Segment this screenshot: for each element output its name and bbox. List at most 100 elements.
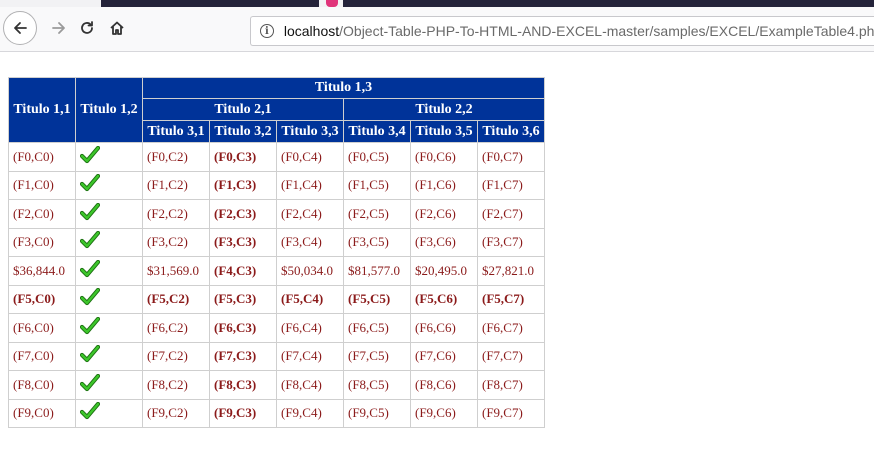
table-cell-c7: (F5,C7)	[477, 284, 545, 314]
info-icon[interactable]: i	[260, 24, 274, 38]
table-cell-c5: (F6,C5)	[343, 313, 411, 343]
checkmark-icon	[79, 231, 101, 249]
table-cell-c7: (F2,C7)	[477, 199, 545, 229]
back-button[interactable]	[3, 11, 37, 45]
table-cell-c4: (F3,C4)	[276, 227, 344, 257]
table-cell-c3: (F6,C3)	[209, 313, 277, 343]
table-cell-c2: $31,569.0	[142, 256, 210, 286]
url-path: /Object-Table-PHP-To-HTML-AND-EXCEL-mast…	[339, 23, 874, 39]
table-row: (F3,C0) (F3,C2) (F3,C3) (F3,C4) (F3,C5) (F3,C…	[8, 227, 545, 257]
table-cell-c3: (F8,C3)	[209, 370, 277, 400]
table-cell-c5: (F3,C5)	[343, 227, 411, 257]
table-cell-c6: (F2,C6)	[410, 199, 478, 229]
table-cell-c2: (F3,C2)	[142, 227, 210, 257]
table-cell-c7: (F8,C7)	[477, 370, 545, 400]
table-cell-c7: (F7,C7)	[477, 341, 545, 371]
header-titulo-1-1: Titulo 1,1	[8, 77, 76, 143]
table-cell-c5: (F5,C5)	[343, 284, 411, 314]
table-row: $36,844.0 $31,569.0 (F4,C3) $50,034.0 $81,57…	[8, 256, 545, 286]
table-cell-c2: (F0,C2)	[142, 142, 210, 172]
table-cell-c6: (F0,C6)	[410, 142, 478, 172]
table-cell-c5: (F2,C5)	[343, 199, 411, 229]
table-cell-c0: (F5,C0)	[8, 284, 76, 314]
data-table: Titulo 1,1 Titulo 1,2 Titulo 1,3 Titulo …	[8, 77, 545, 428]
table-row: (F6,C0) (F6,C2) (F6,C3) (F6,C4) (F6,C5) (F6,C…	[8, 313, 545, 343]
checkmark-cell	[75, 227, 143, 257]
address-bar[interactable]: i localhost/Object-Table-PHP-To-HTML-AND…	[250, 16, 874, 46]
checkmark-icon	[79, 145, 101, 163]
header-titulo-3-4: Titulo 3,4	[343, 120, 411, 143]
checkmark-icon	[79, 402, 101, 420]
checkmark-cell	[75, 142, 143, 172]
checkmark-cell	[75, 284, 143, 314]
tab-strip	[0, 0, 874, 7]
header-titulo-1-2: Titulo 1,2	[75, 77, 143, 143]
header-titulo-3-2: Titulo 3,2	[209, 120, 277, 143]
table-cell-c7: (F6,C7)	[477, 313, 545, 343]
header-titulo-3-6: Titulo 3,6	[477, 120, 545, 143]
table-cell-c5: (F7,C5)	[343, 341, 411, 371]
reload-icon	[81, 21, 93, 34]
checkmark-cell	[75, 313, 143, 343]
reload-button[interactable]	[70, 11, 104, 45]
table-cell-c3: (F5,C3)	[209, 284, 277, 314]
table-cell-c7: $27,821.0	[477, 256, 545, 286]
tab-background	[101, 0, 319, 7]
table-cell-c0: (F7,C0)	[8, 341, 76, 371]
table-cell-c5: (F8,C5)	[343, 370, 411, 400]
checkmark-cell	[75, 341, 143, 371]
table-cell-c2: (F8,C2)	[142, 370, 210, 400]
table-cell-c0: (F8,C0)	[8, 370, 76, 400]
table-cell-c4: (F2,C4)	[276, 199, 344, 229]
table-cell-c2: (F6,C2)	[142, 313, 210, 343]
table-body: (F0,C0) (F0,C2) (F0,C3) (F0,C4) (F0,C5) (F0,C…	[8, 142, 545, 428]
forward-arrow-icon	[52, 22, 65, 34]
url-text: localhost/Object-Table-PHP-To-HTML-AND-E…	[284, 23, 874, 39]
table-row: (F7,C0) (F7,C2) (F7,C3) (F7,C4) (F7,C5) (F7,C…	[8, 341, 545, 371]
header-titulo-3-3: Titulo 3,3	[276, 120, 344, 143]
table-cell-c2: (F5,C2)	[142, 284, 210, 314]
checkmark-cell	[75, 170, 143, 200]
table-cell-c3: (F1,C3)	[209, 170, 277, 200]
table-cell-c5: (F1,C5)	[343, 170, 411, 200]
table-cell-c0: (F6,C0)	[8, 313, 76, 343]
table-cell-c4: (F7,C4)	[276, 341, 344, 371]
checkmark-icon	[79, 174, 101, 192]
table-cell-c7: (F9,C7)	[477, 398, 545, 428]
table-cell-c5: $81,577.0	[343, 256, 411, 286]
checkmark-icon	[79, 316, 101, 334]
table-cell-c0: (F1,C0)	[8, 170, 76, 200]
header-titulo-2-2: Titulo 2,2	[343, 98, 545, 121]
table-cell-c6: (F8,C6)	[410, 370, 478, 400]
checkmark-cell	[75, 398, 143, 428]
table-cell-c6: $20,495.0	[410, 256, 478, 286]
back-arrow-icon	[14, 22, 27, 34]
table-cell-c7: (F1,C7)	[477, 170, 545, 200]
table-cell-c0: $36,844.0	[8, 256, 76, 286]
table-cell-c6: (F1,C6)	[410, 170, 478, 200]
table-cell-c5: (F9,C5)	[343, 398, 411, 428]
table-cell-c2: (F2,C2)	[142, 199, 210, 229]
checkmark-icon	[79, 345, 101, 363]
table-cell-c4: (F8,C4)	[276, 370, 344, 400]
checkmark-icon	[79, 259, 101, 277]
header-titulo-3-5: Titulo 3,5	[410, 120, 478, 143]
header-titulo-3-1: Titulo 3,1	[142, 120, 210, 143]
table-row: (F5,C0) (F5,C2) (F5,C3) (F5,C4) (F5,C5) (F5,C…	[8, 284, 545, 314]
checkmark-icon	[79, 202, 101, 220]
checkmark-cell	[75, 256, 143, 286]
header-titulo-1-3: Titulo 1,3	[142, 77, 545, 99]
home-button[interactable]	[100, 11, 134, 45]
table-row: (F1,C0) (F1,C2) (F1,C3) (F1,C4) (F1,C5) (F1,C…	[8, 170, 545, 200]
table-cell-c7: (F0,C7)	[477, 142, 545, 172]
table-cell-c0: (F9,C0)	[8, 398, 76, 428]
table-cell-c2: (F1,C2)	[142, 170, 210, 200]
table-cell-c3: (F7,C3)	[209, 341, 277, 371]
table-cell-c5: (F0,C5)	[343, 142, 411, 172]
checkmark-cell	[75, 370, 143, 400]
checkmark-icon	[79, 373, 101, 391]
tab-background	[343, 0, 874, 7]
table-cell-c3: (F3,C3)	[209, 227, 277, 257]
table-cell-c2: (F7,C2)	[142, 341, 210, 371]
active-tab-indicator	[326, 0, 338, 7]
